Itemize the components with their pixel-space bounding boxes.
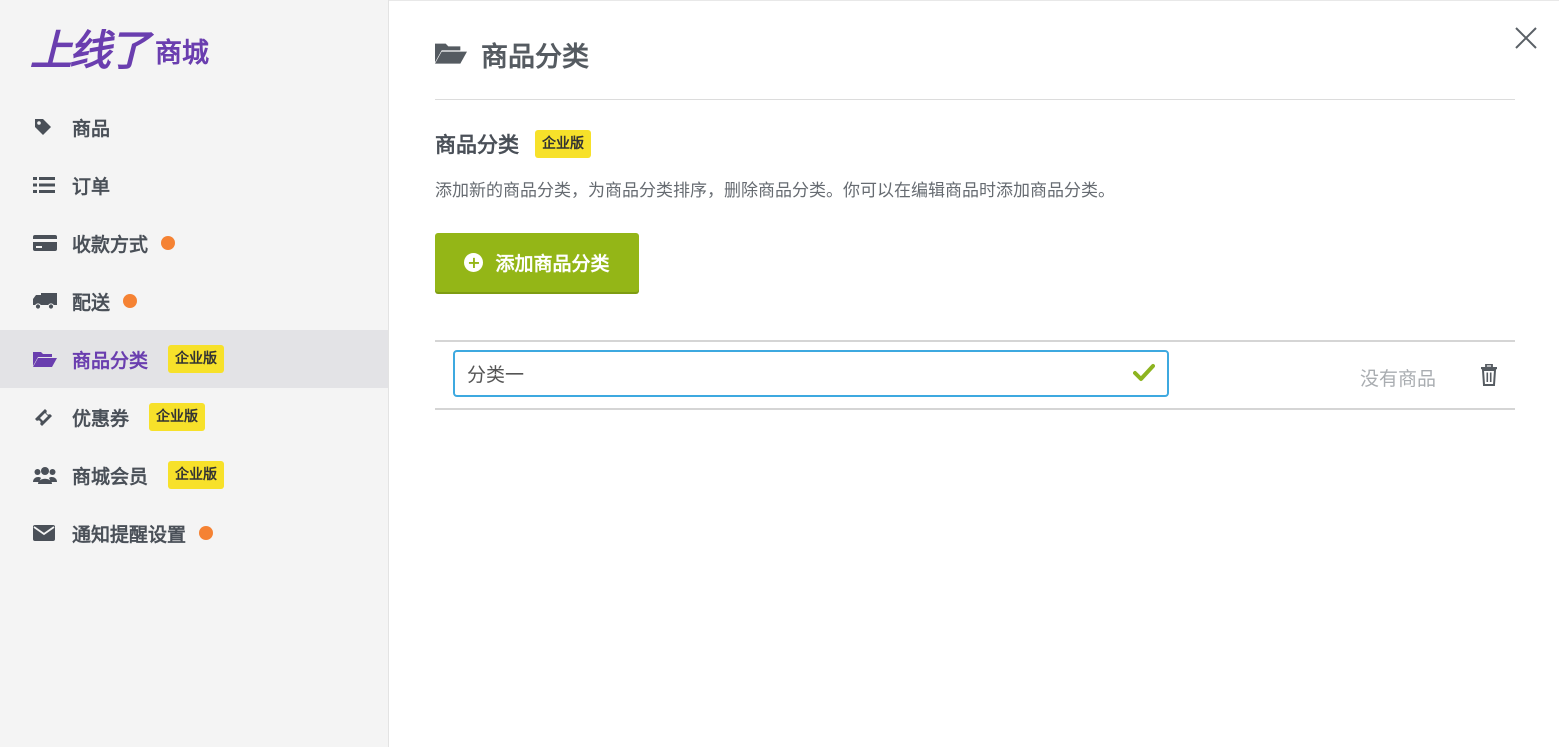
notification-dot <box>199 526 214 540</box>
sidebar-item-categories[interactable]: 商品分类 企业版 <box>0 330 388 388</box>
enterprise-badge: 企业版 <box>535 130 591 158</box>
list-item: 没有商品 <box>435 342 1515 410</box>
sidebar-item-label: 优惠券 <box>72 407 130 430</box>
sidebar-item-label: 订单 <box>72 175 111 198</box>
sidebar-item-label: 通知提醒设置 <box>72 523 187 546</box>
category-name-input[interactable] <box>455 352 1139 395</box>
page-header: 商品分类 <box>435 29 1515 100</box>
close-button[interactable] <box>1511 23 1541 53</box>
envelope-icon <box>33 523 57 543</box>
enterprise-badge: 企业版 <box>149 403 206 431</box>
add-category-button[interactable]: + 添加商品分类 <box>435 233 639 292</box>
sidebar-item-label: 商城会员 <box>72 465 149 488</box>
sidebar-item-members[interactable]: 商城会员 企业版 <box>0 446 388 504</box>
folder-open-icon <box>435 41 467 69</box>
section-title: 商品分类 企业版 <box>435 129 591 159</box>
sidebar-item-delivery[interactable]: 配送 <box>0 272 388 330</box>
logo[interactable]: 上线了 商城 <box>30 24 209 74</box>
notification-dot <box>123 294 138 308</box>
page-title-text: 商品分类 <box>481 42 589 73</box>
truck-icon <box>33 291 57 311</box>
sidebar-item-payment[interactable]: 收款方式 <box>0 214 388 272</box>
add-category-label: 添加商品分类 <box>495 253 610 275</box>
category-name-field[interactable] <box>453 350 1169 397</box>
credit-card-icon <box>33 233 57 253</box>
sidebar-item-label: 收款方式 <box>72 233 149 256</box>
close-icon <box>1515 27 1537 49</box>
ticket-icon <box>33 407 57 427</box>
product-count-status: 没有商品 <box>1360 368 1437 390</box>
sidebar-item-label: 商品 <box>72 117 111 140</box>
page-title: 商品分类 <box>435 35 589 74</box>
check-icon[interactable] <box>1133 363 1155 383</box>
enterprise-badge: 企业版 <box>168 461 225 489</box>
sidebar-item-coupons[interactable]: 优惠券 企业版 <box>0 388 388 446</box>
notification-dot <box>161 236 176 250</box>
sidebar-nav: 商品 订单 收款方式 配送 商品分类 企业版 优惠券 企业版 商城会员 企业版 … <box>0 98 388 562</box>
folder-open-icon <box>33 349 57 369</box>
sidebar-item-orders[interactable]: 订单 <box>0 156 388 214</box>
sidebar-item-notifications[interactable]: 通知提醒设置 <box>0 504 388 562</box>
section-title-text: 商品分类 <box>435 133 519 157</box>
logo-main-text: 上线了 <box>30 26 150 75</box>
list-icon <box>33 175 57 195</box>
sidebar-item-products[interactable]: 商品 <box>0 98 388 156</box>
plus-circle-icon: + <box>464 253 484 272</box>
tag-icon <box>33 117 57 137</box>
category-list: 没有商品 <box>435 340 1515 410</box>
main-panel: 商品分类 商品分类 企业版 添加新的商品分类，为商品分类排序，删除商品分类。你可… <box>389 0 1559 747</box>
trash-icon[interactable] <box>1479 363 1499 386</box>
enterprise-badge: 企业版 <box>168 345 225 373</box>
users-icon <box>33 465 57 485</box>
section-description: 添加新的商品分类，为商品分类排序，删除商品分类。你可以在编辑商品时添加商品分类。 <box>435 181 1115 201</box>
sidebar-item-label: 商品分类 <box>72 349 149 372</box>
sidebar: 上线了 商城 商品 订单 收款方式 配送 商品分类 企业版 优惠券 企业版 商城… <box>0 0 389 747</box>
sidebar-item-label: 配送 <box>72 291 111 314</box>
logo-sub-text: 商城 <box>155 38 210 69</box>
